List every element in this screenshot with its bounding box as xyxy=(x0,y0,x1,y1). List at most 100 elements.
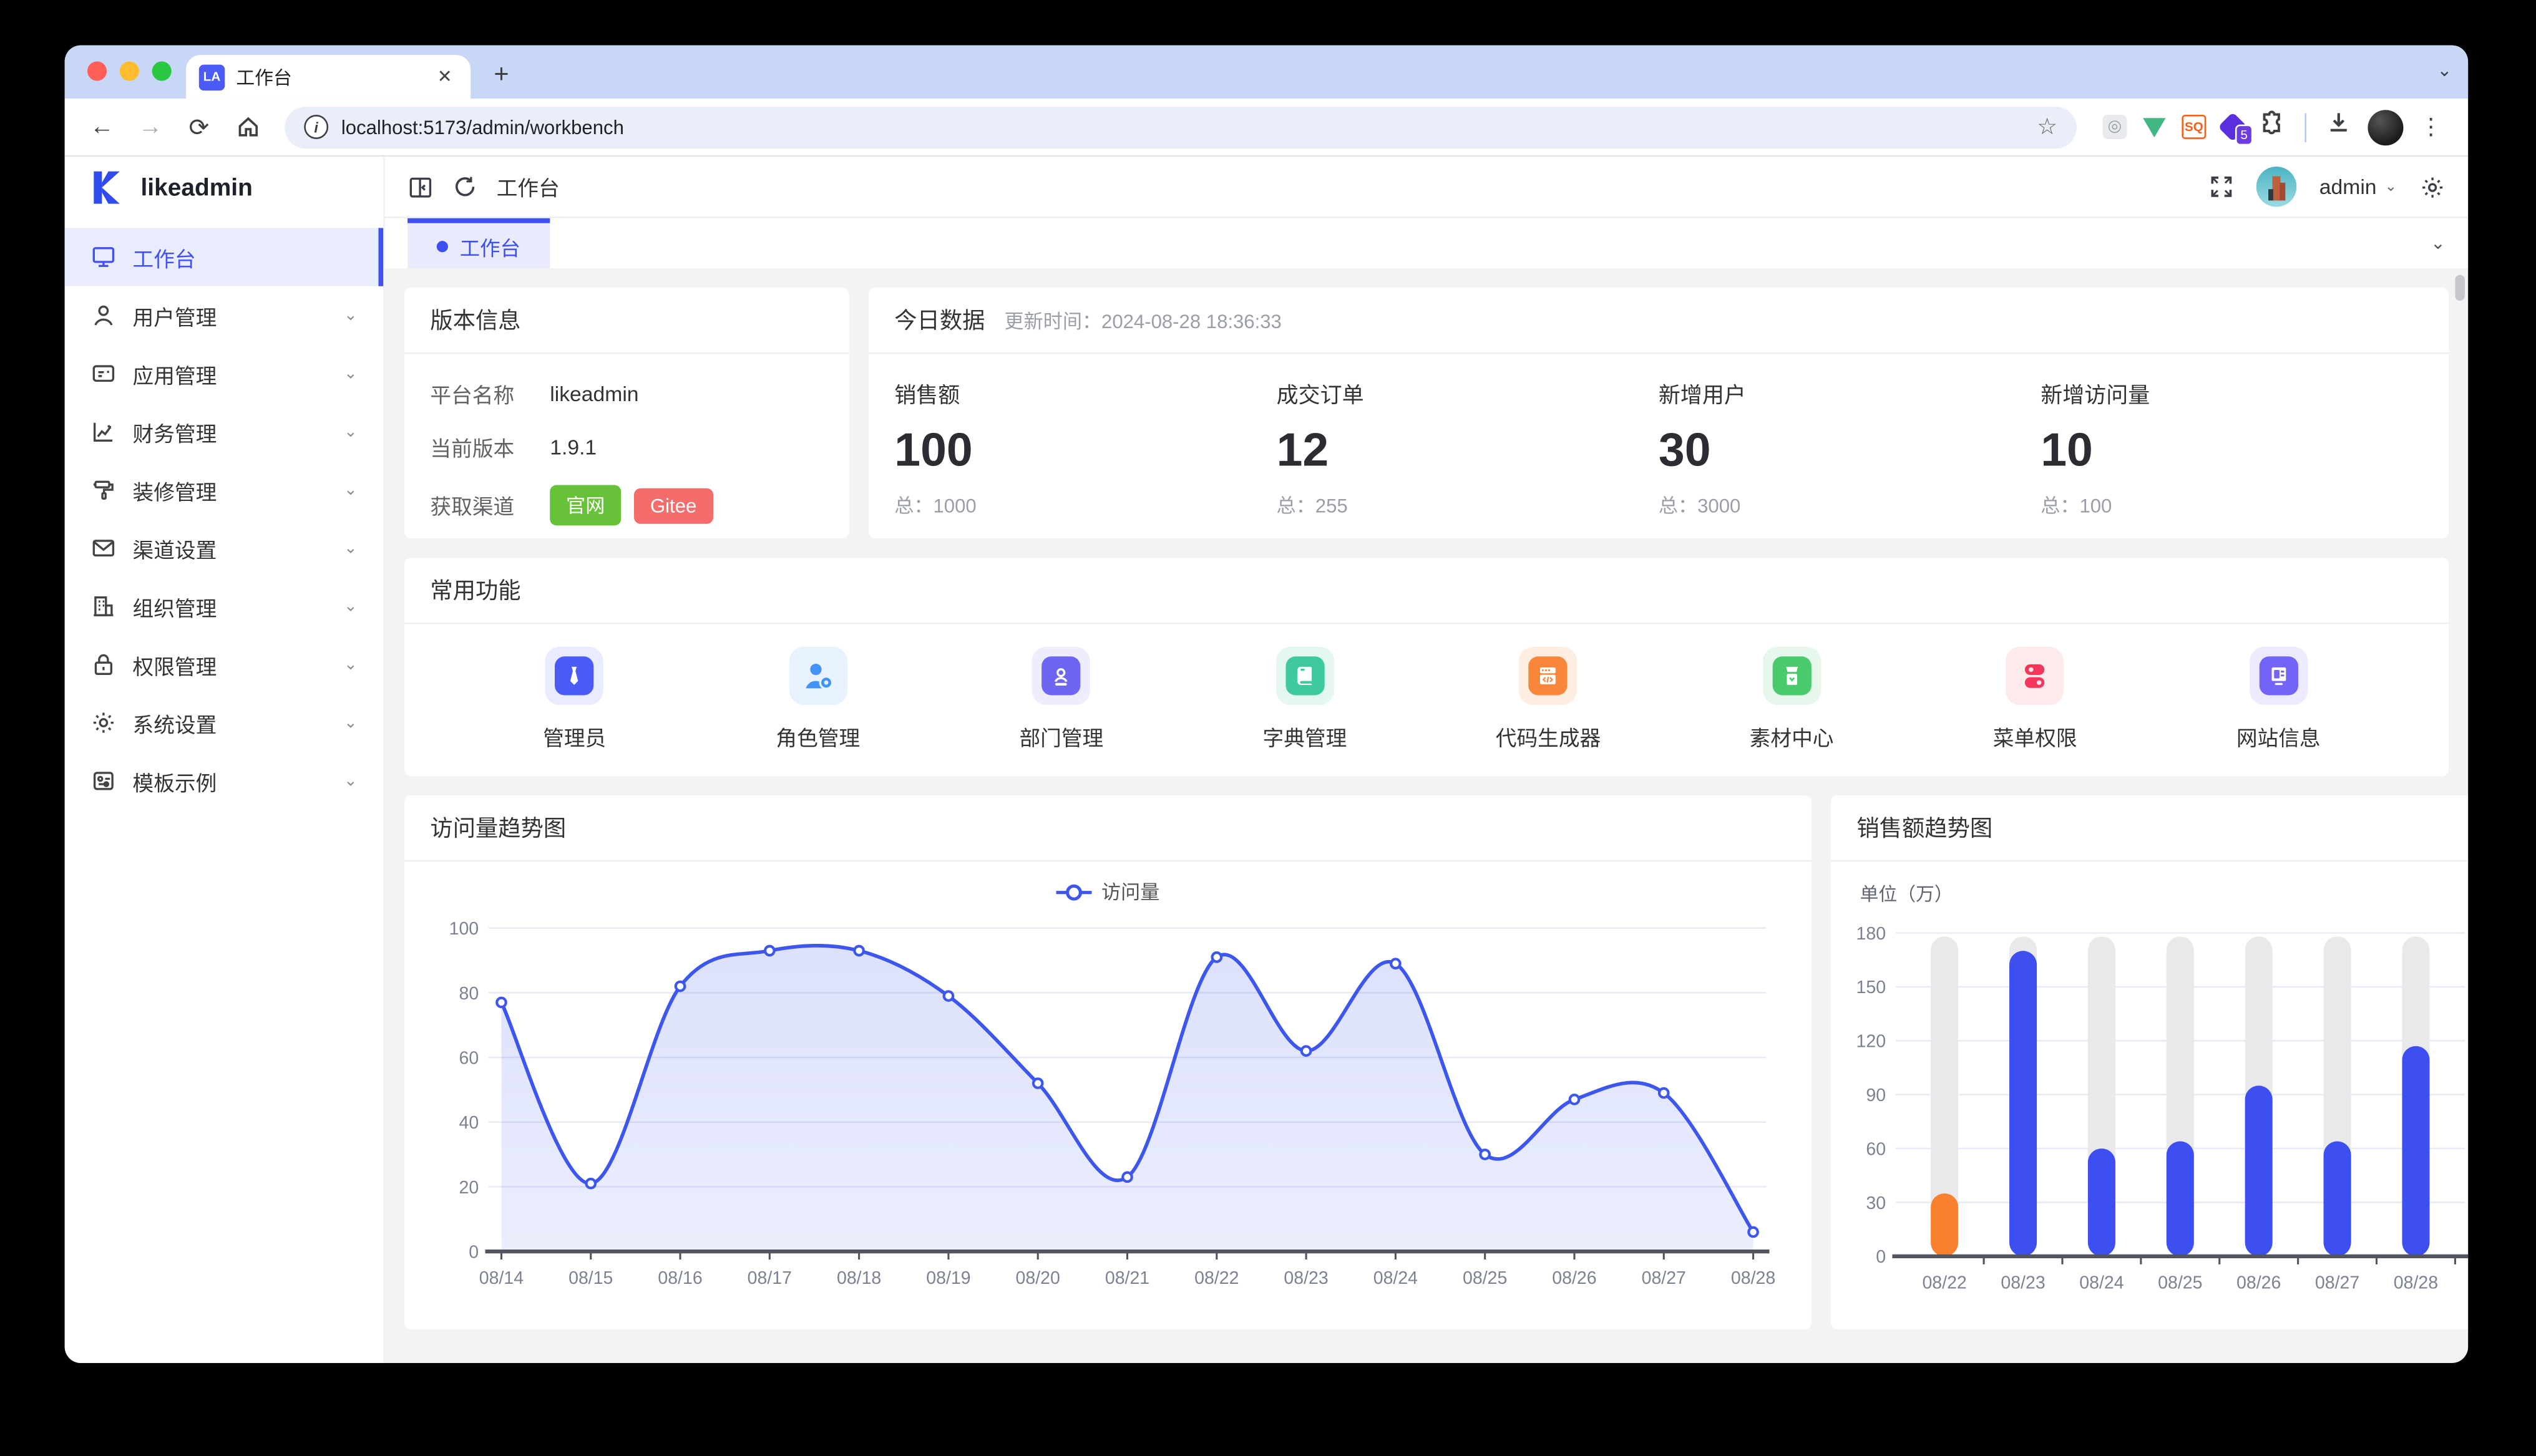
feature-roles[interactable]: 角色管理 xyxy=(696,647,940,752)
svg-text:90: 90 xyxy=(1866,1085,1886,1105)
sidebar: likeadmin 工作台 用户管理 ⌄ 应用管理 ⌄ xyxy=(65,157,385,1363)
vue-devtools-icon[interactable] xyxy=(2143,117,2165,137)
settings-gear-icon[interactable] xyxy=(2419,174,2445,200)
sidebar-item-label: 权限管理 xyxy=(133,649,217,680)
breadcrumb: 工作台 xyxy=(497,172,560,202)
tabs-overflow-chevron-icon[interactable]: ⌄ xyxy=(2431,233,2446,254)
mail-icon xyxy=(90,535,116,561)
svg-text:08/24: 08/24 xyxy=(1373,1268,1418,1288)
version-info-card: 版本信息 平台名称 likeadmin 当前版本 1.9.1 xyxy=(404,288,849,538)
dictionary-book-icon xyxy=(1285,656,1324,695)
sidebar-item-users[interactable]: 用户管理 ⌄ xyxy=(65,286,384,344)
sidebar-item-templates[interactable]: 模板示例 ⌄ xyxy=(65,752,384,810)
svg-text:08/22: 08/22 xyxy=(1922,1273,1966,1293)
forward-icon[interactable]: → xyxy=(129,106,171,148)
feature-website-info[interactable]: 网站信息 xyxy=(2157,647,2400,752)
likeadmin-logo-icon xyxy=(87,168,126,207)
today-card-title: 今日数据 xyxy=(894,304,985,336)
refresh-icon[interactable] xyxy=(453,175,477,199)
browser-menu-kebab-icon[interactable]: ⋮ xyxy=(2419,113,2442,140)
header-right: admin ⌄ xyxy=(2210,167,2446,207)
feature-materials[interactable]: 素材中心 xyxy=(1670,647,1913,752)
feature-menu-permissions[interactable]: 菜单权限 xyxy=(1913,647,2157,752)
svg-text:08/27: 08/27 xyxy=(2315,1273,2359,1293)
bookmark-star-icon[interactable]: ☆ xyxy=(2037,113,2057,140)
app-header: 工作台 admin ⌄ xyxy=(385,157,2468,218)
svg-text:0: 0 xyxy=(1876,1247,1886,1267)
channel-row: 获取渠道 官网 Gitee xyxy=(404,473,849,536)
chevron-down-icon: ⌄ xyxy=(344,714,358,732)
svg-text:40: 40 xyxy=(459,1113,479,1133)
collapse-sidebar-icon[interactable] xyxy=(407,174,433,200)
active-tab-dot-icon xyxy=(437,240,448,251)
url-bar[interactable]: i localhost:5173/admin/workbench ☆ xyxy=(285,106,2077,148)
svg-text:08/21: 08/21 xyxy=(1105,1268,1149,1288)
user-avatar[interactable] xyxy=(2256,167,2297,207)
browser-toolbar: ← → ⟳ i localhost:5173/admin/workbench ☆… xyxy=(65,99,2468,157)
sidebar-item-finance[interactable]: 财务管理 ⌄ xyxy=(65,402,384,460)
svg-text:08/27: 08/27 xyxy=(1642,1268,1686,1288)
sidebar-item-channel[interactable]: 渠道设置 ⌄ xyxy=(65,519,384,577)
paint-roller-icon xyxy=(90,477,116,503)
building-icon xyxy=(90,593,116,619)
svg-text:08/26: 08/26 xyxy=(2236,1273,2281,1293)
common-functions-card: 常用功能 管理员 xyxy=(404,558,2449,776)
visits-line-chart: 02040608010008/1408/1508/1608/1708/1808/… xyxy=(424,909,1792,1316)
home-icon[interactable] xyxy=(227,106,268,148)
extension-badge-icon[interactable]: 5 xyxy=(2222,117,2243,138)
app-body: likeadmin 工作台 用户管理 ⌄ 应用管理 ⌄ xyxy=(65,157,2468,1363)
unit-label: 单位（万） xyxy=(1831,861,2468,907)
sidebar-item-label: 系统设置 xyxy=(133,707,217,738)
sidebar-item-permissions[interactable]: 权限管理 ⌄ xyxy=(65,636,384,694)
chart-legend[interactable]: 访问量 xyxy=(404,878,1812,905)
version-row: 当前版本 1.9.1 xyxy=(404,420,849,474)
tab-title: 工作台 xyxy=(236,64,420,89)
feature-admin[interactable]: 管理员 xyxy=(453,647,696,752)
browser-tab[interactable]: LA 工作台 ✕ xyxy=(186,55,471,99)
back-icon[interactable]: ← xyxy=(81,106,123,148)
close-window-button[interactable] xyxy=(87,61,107,80)
browser-profile-avatar[interactable] xyxy=(2368,109,2403,145)
legend-label: 访问量 xyxy=(1101,878,1159,905)
react-devtools-icon[interactable]: ◎ xyxy=(2102,115,2127,139)
feature-dictionary[interactable]: 字典管理 xyxy=(1183,647,1426,752)
traffic-lights xyxy=(87,61,172,80)
tab-search-chevron-icon[interactable]: ⌄ xyxy=(2437,60,2452,81)
page-tab-workbench[interactable]: 工作台 xyxy=(407,218,550,268)
update-time: 更新时间：2024-08-28 18:36:33 xyxy=(1005,306,1282,334)
svg-text:150: 150 xyxy=(1856,978,1886,997)
role-user-gear-icon xyxy=(800,658,836,694)
official-site-button[interactable]: 官网 xyxy=(550,485,621,526)
sidebar-item-settings[interactable]: 系统设置 ⌄ xyxy=(65,694,384,752)
site-info-icon[interactable]: i xyxy=(304,115,328,139)
material-center-icon xyxy=(1772,656,1811,695)
gitee-button[interactable]: Gitee xyxy=(634,487,713,523)
tab-close-icon[interactable]: ✕ xyxy=(432,64,457,89)
feature-departments[interactable]: 部门管理 xyxy=(940,647,1183,752)
extensions-puzzle-icon[interactable] xyxy=(2260,110,2285,143)
download-icon[interactable] xyxy=(2326,110,2351,143)
svg-text:08/28: 08/28 xyxy=(2394,1273,2438,1293)
content-scrollbar[interactable] xyxy=(2455,275,2465,301)
chevron-down-icon: ⌄ xyxy=(344,364,358,382)
new-tab-button[interactable]: + xyxy=(480,55,522,97)
chevron-down-icon: ⌄ xyxy=(344,598,358,616)
minimize-window-button[interactable] xyxy=(120,61,139,80)
username-dropdown[interactable]: admin ⌄ xyxy=(2319,175,2397,199)
svg-text:60: 60 xyxy=(1866,1139,1886,1159)
reload-icon[interactable]: ⟳ xyxy=(178,106,220,148)
feature-codegen[interactable]: 代码生成器 xyxy=(1426,647,1670,752)
sq-extension-icon[interactable]: SQ xyxy=(2182,115,2206,139)
sidebar-item-organization[interactable]: 组织管理 ⌄ xyxy=(65,577,384,635)
sidebar-item-decorate[interactable]: 装修管理 ⌄ xyxy=(65,461,384,519)
svg-text:08/22: 08/22 xyxy=(1194,1268,1239,1288)
tab-favicon: LA xyxy=(199,64,225,89)
app-logo[interactable]: likeadmin xyxy=(65,157,384,218)
sidebar-item-workbench[interactable]: 工作台 xyxy=(65,228,384,286)
zoom-window-button[interactable] xyxy=(152,61,172,80)
svg-text:80: 80 xyxy=(459,984,479,1004)
fullscreen-icon[interactable] xyxy=(2210,175,2234,199)
browser-window: LA 工作台 ✕ + ⌄ ← → ⟳ i localhost:5173/admi… xyxy=(65,46,2468,1363)
app-logo-text: likeadmin xyxy=(140,174,252,201)
sidebar-item-apps[interactable]: 应用管理 ⌄ xyxy=(65,344,384,402)
